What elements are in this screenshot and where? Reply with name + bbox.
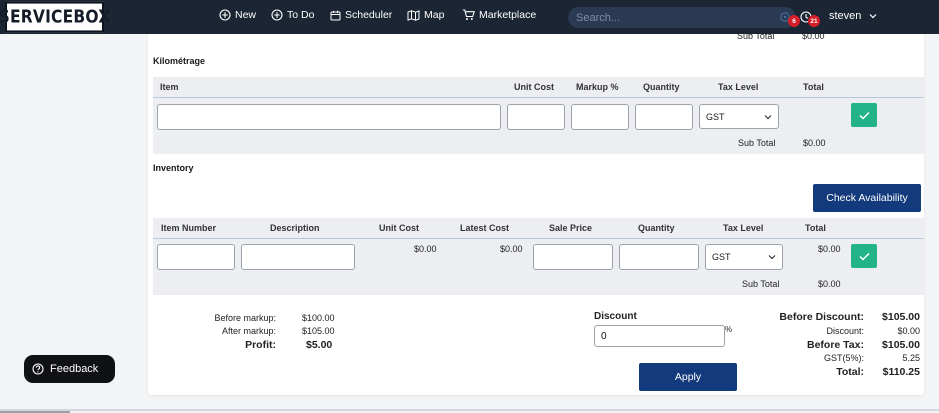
quantity-input[interactable] <box>635 104 693 130</box>
col-description: Description <box>270 223 320 233</box>
total-label: Total: <box>836 366 864 378</box>
map-icon <box>407 9 420 21</box>
profit-label: Profit: <box>245 339 276 351</box>
calendar-icon <box>330 10 341 20</box>
username: steven <box>829 10 862 22</box>
item-number-input[interactable] <box>157 244 235 270</box>
col-item-number: Item Number <box>161 223 217 233</box>
after-markup-label: After markup: <box>221 326 276 336</box>
gst-value: 5.25 <box>902 353 920 363</box>
plus-circle-icon <box>219 9 231 21</box>
col-tax-level: Tax Level <box>718 82 759 92</box>
kilometrage-table-header: Item Unit Cost Markup % Quantity Tax Lev… <box>153 77 924 98</box>
job-items-card: Sub Total $0.00 Kilométrage Item Unit Co… <box>148 31 924 395</box>
before-markup-label: Before markup: <box>214 313 276 323</box>
nav-scheduler-label: Scheduler <box>345 9 393 21</box>
quantity-input[interactable] <box>619 244 699 270</box>
col-quantity: Quantity <box>638 223 675 233</box>
question-circle-icon <box>32 363 44 375</box>
feedback-label: Feedback <box>50 363 99 375</box>
before-discount-value: $105.00 <box>882 311 920 323</box>
feedback-button[interactable]: Feedback <box>24 355 115 383</box>
col-quantity: Quantity <box>643 82 680 92</box>
chevron-down-icon <box>764 114 772 119</box>
discount-label: Discount <box>594 311 637 322</box>
col-latest-cost: Latest Cost <box>460 223 510 233</box>
inventory-table-header: Item Number Description Unit Cost Latest… <box>153 218 924 239</box>
inventory-subtotal-value: $0.00 <box>818 279 841 289</box>
check-icon <box>858 111 870 120</box>
unit-cost-value: $0.00 <box>414 244 437 254</box>
unit-cost-input[interactable] <box>507 104 565 130</box>
confirm-kilometrage-button[interactable] <box>851 103 877 127</box>
item-input[interactable] <box>157 104 501 130</box>
tax-level-select[interactable]: GST <box>699 104 779 129</box>
confirm-inventory-button[interactable] <box>851 244 877 268</box>
prev-subtotal-value: $0.00 <box>802 31 825 41</box>
col-unit-cost: Unit Cost <box>514 82 554 92</box>
kilometrage-title: Kilométrage <box>153 56 206 66</box>
nav-new[interactable]: New <box>219 9 256 21</box>
check-availability-button[interactable]: Check Availability <box>813 184 921 212</box>
total-value: $110.25 <box>882 366 920 378</box>
col-unit-cost: Unit Cost <box>379 223 419 233</box>
before-discount-label: Before Discount: <box>779 311 864 323</box>
nav-new-label: New <box>235 9 257 21</box>
before-tax-label: Before Tax: <box>807 339 864 351</box>
notification-badge[interactable]: 6 <box>788 15 800 27</box>
page-bottom-divider <box>0 409 939 411</box>
tax-level-select[interactable]: GST <box>705 244 783 270</box>
col-sale-price: Sale Price <box>549 223 593 233</box>
before-tax-value: $105.00 <box>882 339 920 351</box>
col-total: Total <box>805 223 826 233</box>
inventory-row: $0.00 $0.00 GST $0.00 Sub Total $0.00 <box>153 239 924 295</box>
col-item: Item <box>160 82 179 92</box>
tax-level-value: GST <box>706 111 725 122</box>
after-markup-value: $105.00 <box>302 326 335 336</box>
chevron-down-icon <box>768 255 776 260</box>
latest-cost-value: $0.00 <box>500 244 523 254</box>
tax-level-value: GST <box>712 252 731 262</box>
cart-icon <box>462 9 475 20</box>
discount-amount-value: $0.00 <box>897 326 920 336</box>
inventory-subtotal-label: Sub Total <box>742 279 780 289</box>
nav-map[interactable]: Map <box>407 9 444 21</box>
discount-input[interactable] <box>594 325 725 347</box>
prev-subtotal-label: Sub Total <box>737 31 775 41</box>
nav-scheduler[interactable]: Scheduler <box>330 9 392 21</box>
discount-amount-label: Discount: <box>826 326 864 336</box>
nav-map-label: Map <box>424 9 445 21</box>
gst-label: GST(5%): <box>823 353 864 363</box>
sale-price-input[interactable] <box>533 244 613 270</box>
col-tax-level: Tax Level <box>723 223 764 233</box>
user-menu[interactable]: steven <box>829 10 877 22</box>
plus-circle-icon <box>271 9 283 21</box>
nav-marketplace[interactable]: Marketplace <box>462 9 536 21</box>
nav-marketplace-label: Marketplace <box>479 9 537 21</box>
search-input[interactable] <box>568 7 796 28</box>
top-navbar: SERVICEBOX New To Do Scheduler Map Marke… <box>0 0 939 34</box>
profit-value: $5.00 <box>306 339 333 351</box>
kilometrage-subtotal-label: Sub Total <box>738 138 776 148</box>
nav-todo-label: To Do <box>287 9 315 21</box>
description-input[interactable] <box>241 244 355 270</box>
col-markup: Markup % <box>576 82 619 92</box>
nav-todo[interactable]: To Do <box>271 9 314 21</box>
col-total: Total <box>803 82 824 92</box>
kilometrage-row: GST Sub Total $0.00 <box>153 98 924 154</box>
check-icon <box>858 252 870 261</box>
before-markup-value: $100.00 <box>302 313 335 323</box>
kilometrage-subtotal-value: $0.00 <box>803 138 826 148</box>
inventory-title: Inventory <box>153 163 194 173</box>
servicebox-logo[interactable]: SERVICEBOX <box>0 1 110 33</box>
inventory-row-total: $0.00 <box>818 244 841 254</box>
activity-badge[interactable]: 21 <box>808 15 820 27</box>
apply-discount-button[interactable]: Apply <box>639 363 737 391</box>
chevron-down-icon <box>869 14 877 19</box>
markup-input[interactable] <box>571 104 629 130</box>
